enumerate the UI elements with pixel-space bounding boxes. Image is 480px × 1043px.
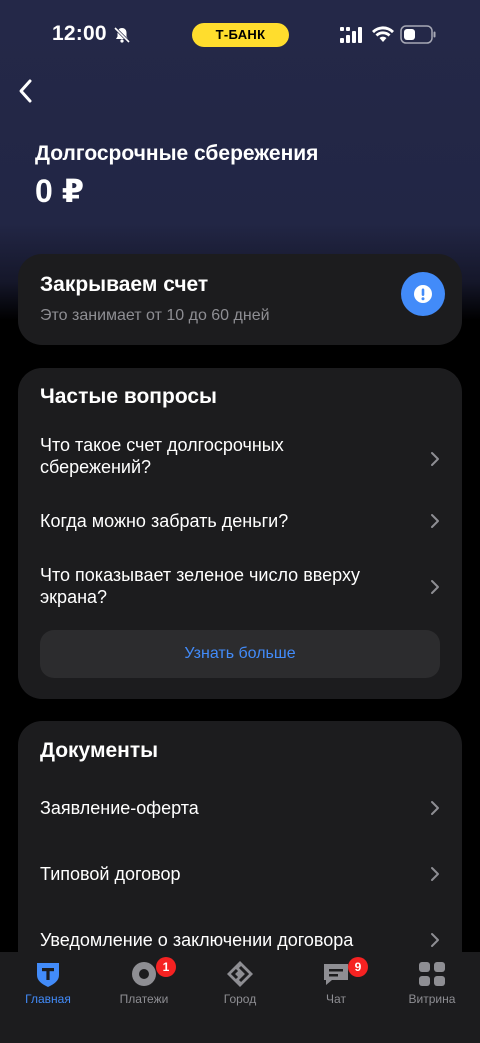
learn-more-button[interactable]: Узнать больше [40, 630, 440, 678]
status-time: 12:00 [52, 22, 107, 45]
chevron-right-icon [431, 801, 439, 815]
chevron-right-icon [431, 867, 439, 881]
tab-chat[interactable]: 9 Чат [288, 952, 384, 1012]
faq-question-line: сбережений? [40, 457, 152, 477]
faq-question: Что показывает зеленое число вверху экра… [40, 564, 400, 608]
document-item-offer[interactable]: Заявление-оферта [18, 785, 462, 831]
chevron-right-icon [431, 452, 439, 466]
faq-question-line: Что показывает зеленое число вверху [40, 565, 360, 585]
payments-icon [132, 962, 156, 986]
document-label: Уведомление о заключении договора [40, 930, 354, 950]
t-shield-icon [37, 963, 59, 987]
battery-icon [400, 25, 436, 44]
faq-item-withdraw[interactable]: Когда можно забрать деньги? [18, 498, 462, 544]
exclamation-icon [401, 272, 445, 316]
tab-label: Главная [25, 992, 71, 1006]
status-bar: 12:00 Т-БАНК [0, 0, 480, 70]
chevron-right-icon [431, 514, 439, 528]
tab-bar: Главная 1 Платежи Город 9 Чат Витрина [0, 952, 480, 1043]
wifi-icon [372, 26, 394, 42]
tab-payments[interactable]: 1 Платежи [96, 952, 192, 1012]
balance-amount: 0 ₽ [35, 173, 84, 209]
status-subtitle: Это занимает от 10 до 60 дней [40, 307, 270, 324]
chat-icon [324, 964, 348, 985]
faq-question-line: Что такое счет долгосрочных [40, 435, 284, 455]
faq-question: Что такое счет долгосрочных сбережений? [40, 434, 400, 478]
tab-label: Город [223, 992, 257, 1006]
showcase-icon [419, 962, 445, 986]
chevron-right-icon [431, 933, 439, 947]
chat-badge: 9 [348, 957, 368, 977]
tab-city[interactable]: Город [192, 952, 288, 1012]
tab-home[interactable]: Главная [0, 952, 96, 1012]
document-label: Типовой договор [40, 864, 181, 884]
chevron-right-icon [431, 580, 439, 594]
tab-label: Платежи [119, 992, 169, 1006]
city-icon [227, 961, 253, 987]
document-item-contract[interactable]: Типовой договор [18, 851, 462, 897]
chevron-left-icon [19, 79, 32, 103]
faq-item-account[interactable]: Что такое счет долгосрочных сбережений? [18, 428, 462, 490]
faq-question-line: экрана? [40, 587, 108, 607]
faq-heading: Частые вопросы [40, 385, 217, 408]
account-status-card[interactable]: Закрываем счет Это занимает от 10 до 60 … [18, 254, 462, 345]
bell-off-icon [113, 26, 131, 44]
document-label: Заявление-оферта [40, 798, 199, 818]
status-title: Закрываем счет [40, 273, 209, 296]
signal-icon [340, 27, 362, 43]
faq-question: Когда можно забрать деньги? [40, 511, 289, 531]
back-button[interactable] [8, 74, 42, 108]
page-title: Долгосрочные сбережения [35, 142, 319, 165]
faq-card: Частые вопросы Что такое счет долгосрочн… [18, 368, 462, 699]
documents-heading: Документы [40, 739, 159, 762]
faq-item-green-number[interactable]: Что показывает зеленое число вверху экра… [18, 558, 462, 618]
tab-label: Чат [326, 992, 346, 1006]
bank-pill: Т-БАНК [192, 23, 289, 47]
payments-badge: 1 [156, 957, 176, 977]
tab-label: Витрина [408, 992, 456, 1006]
tab-showcase[interactable]: Витрина [384, 952, 480, 1012]
